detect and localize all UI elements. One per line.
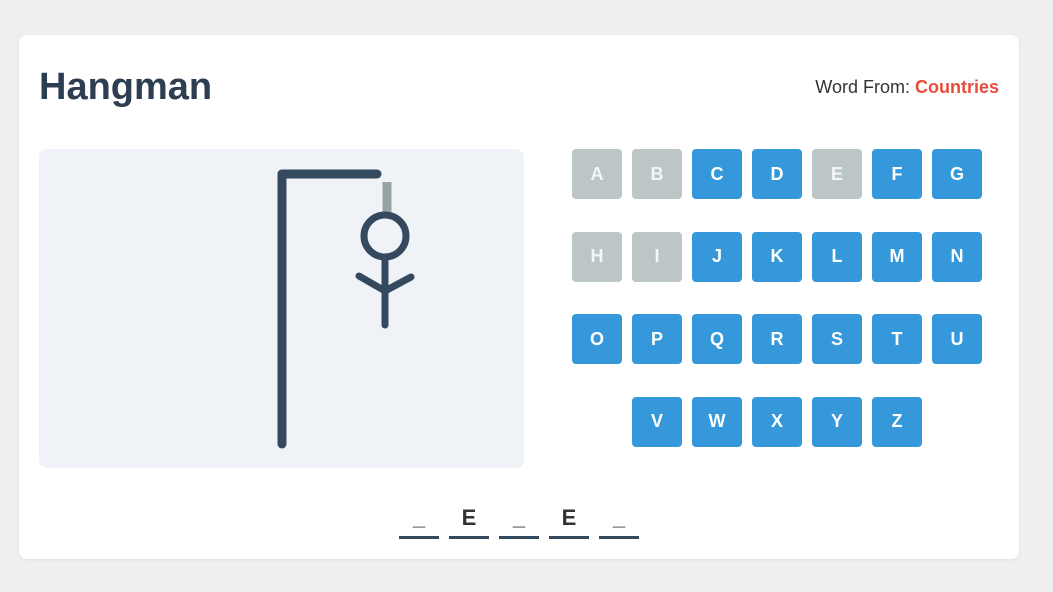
letter-key-m[interactable]: M [872,231,922,282]
letter-key-c[interactable]: C [692,149,742,199]
letter-key-j[interactable]: J [692,231,742,282]
letter-key-l[interactable]: L [812,231,862,282]
keyboard-row: VWXYZ [572,396,982,447]
hangman-stage [39,149,524,468]
letter-key-o[interactable]: O [572,314,622,364]
category-label: Word From: [815,77,915,97]
letter-key-q[interactable]: Q [692,314,742,364]
letter-key-e: E [812,149,862,199]
letter-key-a: A [572,149,622,199]
letter-key-v[interactable]: V [632,396,682,447]
letter-key-w[interactable]: W [692,396,742,447]
letter-key-y[interactable]: Y [812,396,862,447]
keyboard-row: ABCDEFG [572,149,982,199]
letter-key-h: H [572,231,622,282]
hangman-right-arm [381,273,415,295]
letter-keyboard: ABCDEFG HIJKLMN OPQRSTU VWXYZ [572,149,982,479]
letter-key-n[interactable]: N [932,231,982,282]
keyboard-row: OPQRSTU [572,314,982,364]
page-title: Hangman [39,66,213,108]
letter-key-s[interactable]: S [812,314,862,364]
letter-key-b: B [632,149,682,199]
letter-key-r[interactable]: R [752,314,802,364]
keyboard-row: HIJKLMN [572,231,982,282]
word-letter-slot: _ [399,501,439,539]
letter-key-t[interactable]: T [872,314,922,364]
word-letter-slot: E [549,501,589,539]
word-letter-slot: E [449,501,489,539]
letter-key-k[interactable]: K [752,231,802,282]
letter-key-f[interactable]: F [872,149,922,199]
letter-key-z[interactable]: Z [872,396,922,447]
letter-key-u[interactable]: U [932,314,982,364]
letter-key-x[interactable]: X [752,396,802,447]
letter-key-g[interactable]: G [932,149,982,199]
category-indicator: Word From: Countries [815,76,999,98]
hangman-head [360,211,410,261]
letter-key-i: I [632,231,682,282]
word-letter-slot: _ [499,501,539,539]
word-display: _ E _ E _ [399,501,639,539]
game-card: Hangman Word From: Countries ABCDEFGHIJK… [19,35,1019,559]
letter-key-p[interactable]: P [632,314,682,364]
hangman-left-arm [355,272,389,295]
category-value: Countries [914,77,999,97]
hangman-drawing [277,169,415,449]
word-letter-slot: _ [599,501,639,539]
letter-key-d[interactable]: D [752,149,802,199]
